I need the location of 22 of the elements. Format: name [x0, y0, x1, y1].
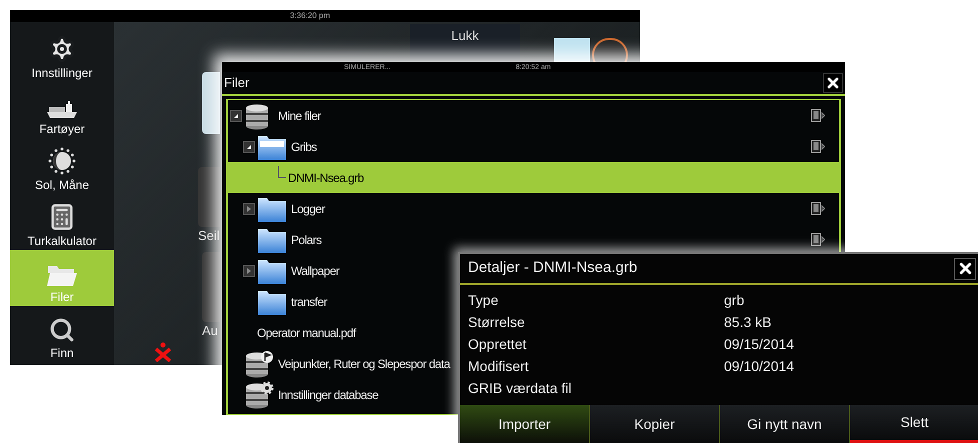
tree-label: Innstillinger database — [278, 386, 378, 404]
detail-label: Type — [468, 290, 500, 310]
tree-label: Veipunkter, Ruter og Slepespor data — [278, 356, 450, 372]
status-time: 3:36:20 pm — [290, 12, 330, 20]
detail-label: Modifisert — [468, 356, 530, 376]
dialog-title: Detaljer - DNMI-Nsea.grb — [468, 258, 638, 278]
detail-value: 09/15/2014 — [724, 334, 794, 354]
tree-label: DNMI-Nsea.grb — [288, 170, 364, 186]
detail-value: 09/10/2014 — [724, 356, 794, 376]
detail-value: 85.3 kB — [724, 312, 772, 332]
window-title: Filer — [224, 74, 250, 92]
tree-label: Polars — [291, 232, 322, 248]
detail-label: Størrelse — [468, 312, 526, 332]
detail-value: grb — [724, 290, 744, 310]
tree-label: Mine filer — [278, 108, 321, 124]
detail-label: Opprettet — [468, 334, 528, 354]
tile-label: Au — [202, 324, 219, 337]
tree-label: Logger — [291, 200, 325, 218]
tree-label: transfer — [291, 294, 327, 310]
tree-label: Gribs — [291, 138, 317, 156]
detail-label: GRIB værdata fil — [468, 378, 572, 398]
tree-label: Wallpaper — [291, 262, 340, 280]
